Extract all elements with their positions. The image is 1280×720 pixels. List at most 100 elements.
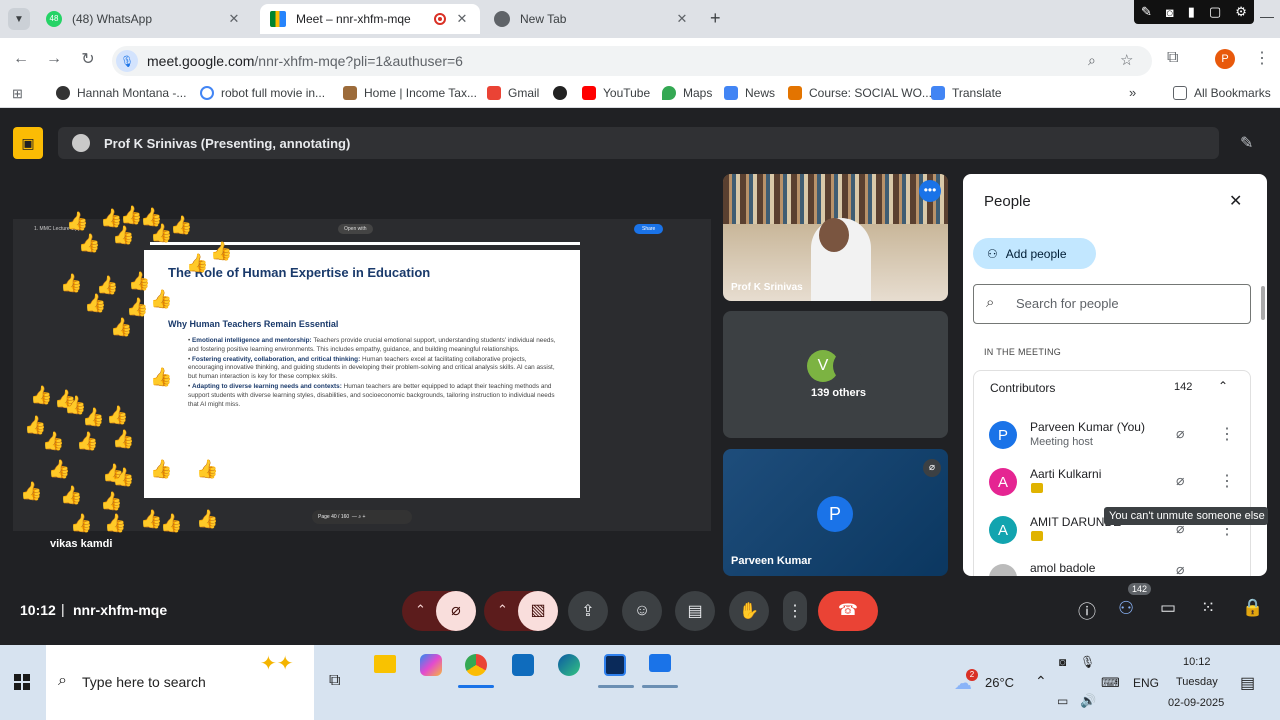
thumbs-up-reaction-icon: 👍 <box>60 273 83 293</box>
more-options-button[interactable]: ⋮ <box>783 591 807 631</box>
speaker-tile[interactable]: ••• Prof K Srinivas <box>723 174 948 301</box>
tab-search-button[interactable]: ▼ <box>8 8 30 30</box>
chevron-up-icon[interactable]: ⌃ <box>1035 673 1047 690</box>
add-people-button[interactable]: ⚇ Add people <box>973 238 1096 269</box>
mic-off-icon[interactable]: ⌀ <box>1176 561 1194 576</box>
mic-off-button[interactable]: ⌀ <box>436 591 476 631</box>
screen-capture-icon[interactable] <box>649 654 671 672</box>
stop-presentation-button[interactable]: ▣ <box>13 127 43 159</box>
edge-icon[interactable] <box>558 654 580 676</box>
bookmark-item[interactable]: Translate <box>931 86 1002 100</box>
bookmark-item[interactable] <box>553 86 574 100</box>
apps-icon[interactable]: ⊞ <box>12 86 23 102</box>
search-icon: ⌕ <box>58 672 67 689</box>
people-button[interactable]: ⚇ <box>1118 598 1134 619</box>
participant-row[interactable]: P Parveen Kumar (You) Meeting host ⌀ ⋮ <box>963 418 1267 464</box>
annotate-icon[interactable]: ✎ <box>1240 133 1253 153</box>
reactions-button[interactable]: ☺ <box>622 591 662 631</box>
close-icon[interactable]: ✕ <box>454 11 470 27</box>
volume-icon[interactable]: 🔊 <box>1080 693 1096 709</box>
menu-icon[interactable]: ⋮ <box>1254 48 1270 68</box>
camera-icon[interactable]: ◙ <box>1166 5 1174 20</box>
open-with-button[interactable]: Open with <box>338 224 373 234</box>
more-vert-icon[interactable]: ⋮ <box>1219 471 1235 491</box>
bookmark-star-icon[interactable]: ☆ <box>1120 51 1133 69</box>
notifications-icon[interactable]: ▤ <box>1240 673 1255 693</box>
file-explorer-icon[interactable] <box>374 655 396 673</box>
close-icon[interactable]: ✕ <box>674 11 690 27</box>
chevron-up-icon: ⌃ <box>415 602 426 617</box>
people-search-input[interactable]: ⌕ Search for people <box>973 284 1251 324</box>
mic-off-icon: ⌀ <box>451 602 461 619</box>
camera-off-button[interactable]: ▧ <box>518 591 558 631</box>
network-icon[interactable]: ▭ <box>1057 694 1068 708</box>
chat-icon[interactable]: ▭ <box>1160 598 1176 618</box>
info-icon[interactable]: ⓘ <box>1078 598 1096 624</box>
page-navigator[interactable]: Page 40 / 160 — ⌕ + <box>312 510 412 524</box>
close-icon[interactable]: ✕ <box>226 11 242 27</box>
zoom-icon[interactable]: ⌕ <box>1088 52 1096 69</box>
leave-call-button[interactable]: ☎ <box>818 591 878 631</box>
tab-whatsapp[interactable]: 48 (48) WhatsApp ✕ <box>36 4 252 34</box>
task-view-icon[interactable]: ⧉ <box>329 672 340 690</box>
video-icon[interactable]: ▮ <box>1188 4 1195 20</box>
bullet-item: • Emotional intelligence and mentorship:… <box>188 337 556 353</box>
bookmark-item[interactable]: Hannah Montana -... <box>56 86 186 100</box>
taskbar-search[interactable]: ⌕ Type here to search ✦✦ <box>46 645 314 720</box>
close-icon[interactable]: ✕ <box>1229 191 1242 211</box>
self-tile[interactable]: ⌀ P Parveen Kumar <box>723 449 948 576</box>
bookmark-item[interactable]: Course: SOCIAL WO... <box>788 86 932 100</box>
site-info-icon[interactable]: 🎙 <box>116 50 138 72</box>
bookmark-item[interactable]: Gmail <box>487 86 539 100</box>
raise-hand-button[interactable]: ✋ <box>729 591 769 631</box>
thumbs-up-reaction-icon: 👍 <box>128 271 151 291</box>
sparkle-icon[interactable]: ✎ <box>1141 4 1152 20</box>
scrollbar[interactable] <box>1261 286 1265 320</box>
keyboard-icon[interactable]: ⌨ <box>1101 675 1120 691</box>
profile-avatar[interactable]: P <box>1215 49 1235 69</box>
captions-button[interactable]: ▤ <box>675 591 715 631</box>
contributors-group[interactable]: Contributors 142 ⌃ <box>973 370 1251 404</box>
more-vert-icon[interactable]: ⋮ <box>1219 424 1235 444</box>
gear-icon[interactable]: ⚙ <box>1235 4 1247 20</box>
present-button[interactable]: ⇪ <box>568 591 608 631</box>
language-indicator[interactable]: ENG <box>1133 676 1159 690</box>
bookmark-item[interactable]: News <box>724 86 775 100</box>
clock-date[interactable]: 02-09-2025 <box>1168 697 1224 709</box>
minimize-button[interactable]: — <box>1260 8 1274 24</box>
chevron-up-icon[interactable]: ⌃ <box>1218 379 1228 393</box>
thumbs-up-reaction-icon: 👍 <box>210 241 233 261</box>
reload-icon[interactable]: ↻ <box>77 48 99 70</box>
more-bookmarks-icon[interactable]: » <box>1129 85 1136 100</box>
copilot-icon[interactable] <box>420 654 442 676</box>
share-button[interactable]: Share <box>634 224 664 234</box>
bookmark-item[interactable]: Maps <box>662 86 712 100</box>
bookmark-item[interactable]: Home | Income Tax... <box>343 86 477 100</box>
outlook-icon[interactable] <box>512 654 534 676</box>
new-tab-button[interactable]: + <box>710 8 721 29</box>
host-controls-icon[interactable]: 🔒 <box>1242 598 1263 618</box>
chrome-icon[interactable] <box>465 654 487 676</box>
windows-start-icon[interactable] <box>14 674 30 690</box>
others-tile[interactable]: V 139 others <box>723 311 948 438</box>
app-icon[interactable] <box>604 654 626 676</box>
clock-day[interactable]: Tuesday <box>1176 676 1218 688</box>
clock-time[interactable]: 10:12 <box>1183 656 1211 668</box>
window-icon[interactable]: ▢ <box>1209 4 1221 20</box>
mic-off-icon[interactable]: ⌀ <box>1176 472 1194 490</box>
tab-new-tab[interactable]: New Tab ✕ <box>484 4 700 34</box>
participant-row[interactable]: amol badole ⌀ <box>963 561 1267 576</box>
more-options-icon[interactable]: ••• <box>919 180 941 202</box>
tab-meet[interactable]: Meet – nnr-xhfm-mqe ✕ <box>260 4 480 34</box>
presenter-tile-name: vikas kamdi <box>50 538 113 550</box>
forward-icon[interactable]: → <box>43 48 65 70</box>
extensions-icon[interactable]: ⧉ <box>1167 49 1178 67</box>
activities-icon[interactable]: ⁙ <box>1201 598 1215 618</box>
all-bookmarks[interactable]: All Bookmarks <box>1173 86 1271 100</box>
mic-off-icon[interactable]: ⌀ <box>1176 425 1194 443</box>
bookmark-item[interactable]: robot full movie in... <box>200 86 325 100</box>
thumbs-up-reaction-icon: 👍 <box>20 481 43 501</box>
participant-row[interactable]: A Aarti Kulkarni ⌀ ⋮ <box>963 465 1267 511</box>
back-icon[interactable]: ← <box>10 48 32 70</box>
bookmark-item[interactable]: YouTube <box>582 86 650 100</box>
